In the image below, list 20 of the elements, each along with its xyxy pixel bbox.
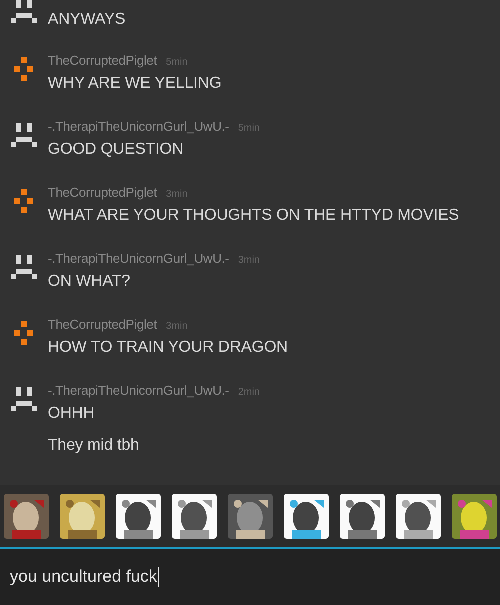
message-text: WHY ARE WE YELLING: [48, 74, 222, 94]
username[interactable]: TheCorruptedPiglet: [48, 185, 158, 200]
message-text: HOW TO TRAIN YOUR DRAGON: [48, 338, 288, 358]
frown-face-icon: [10, 0, 38, 25]
message-input-field[interactable]: you uncultured fuck: [0, 549, 500, 605]
username[interactable]: -.TherapiTheUnicornGurl_UwU.-: [48, 383, 230, 398]
username[interactable]: -.TherapiTheUnicornGurl_UwU.-: [48, 251, 230, 266]
username[interactable]: -.TherapiTheUnicornGurl_UwU.-: [48, 119, 230, 134]
message-text: They mid tbh: [48, 436, 140, 456]
frown-face-icon: [10, 121, 38, 149]
message-text: OHHH: [48, 404, 96, 424]
frown-face-icon: [10, 385, 38, 413]
message-text: GOOD QUESTION: [48, 140, 185, 160]
message-text: WHAT ARE YOUR THOUGHTS ON THE HTTYD MOVIES: [48, 206, 460, 226]
frown-face-icon: [10, 253, 38, 281]
text-cursor: [158, 567, 160, 587]
message-text: ANYWAYS: [48, 10, 126, 30]
username[interactable]: TheCorruptedPiglet: [48, 317, 158, 332]
message-text: ON WHAT?: [48, 272, 132, 292]
username[interactable]: TheCorruptedPiglet: [48, 53, 158, 68]
